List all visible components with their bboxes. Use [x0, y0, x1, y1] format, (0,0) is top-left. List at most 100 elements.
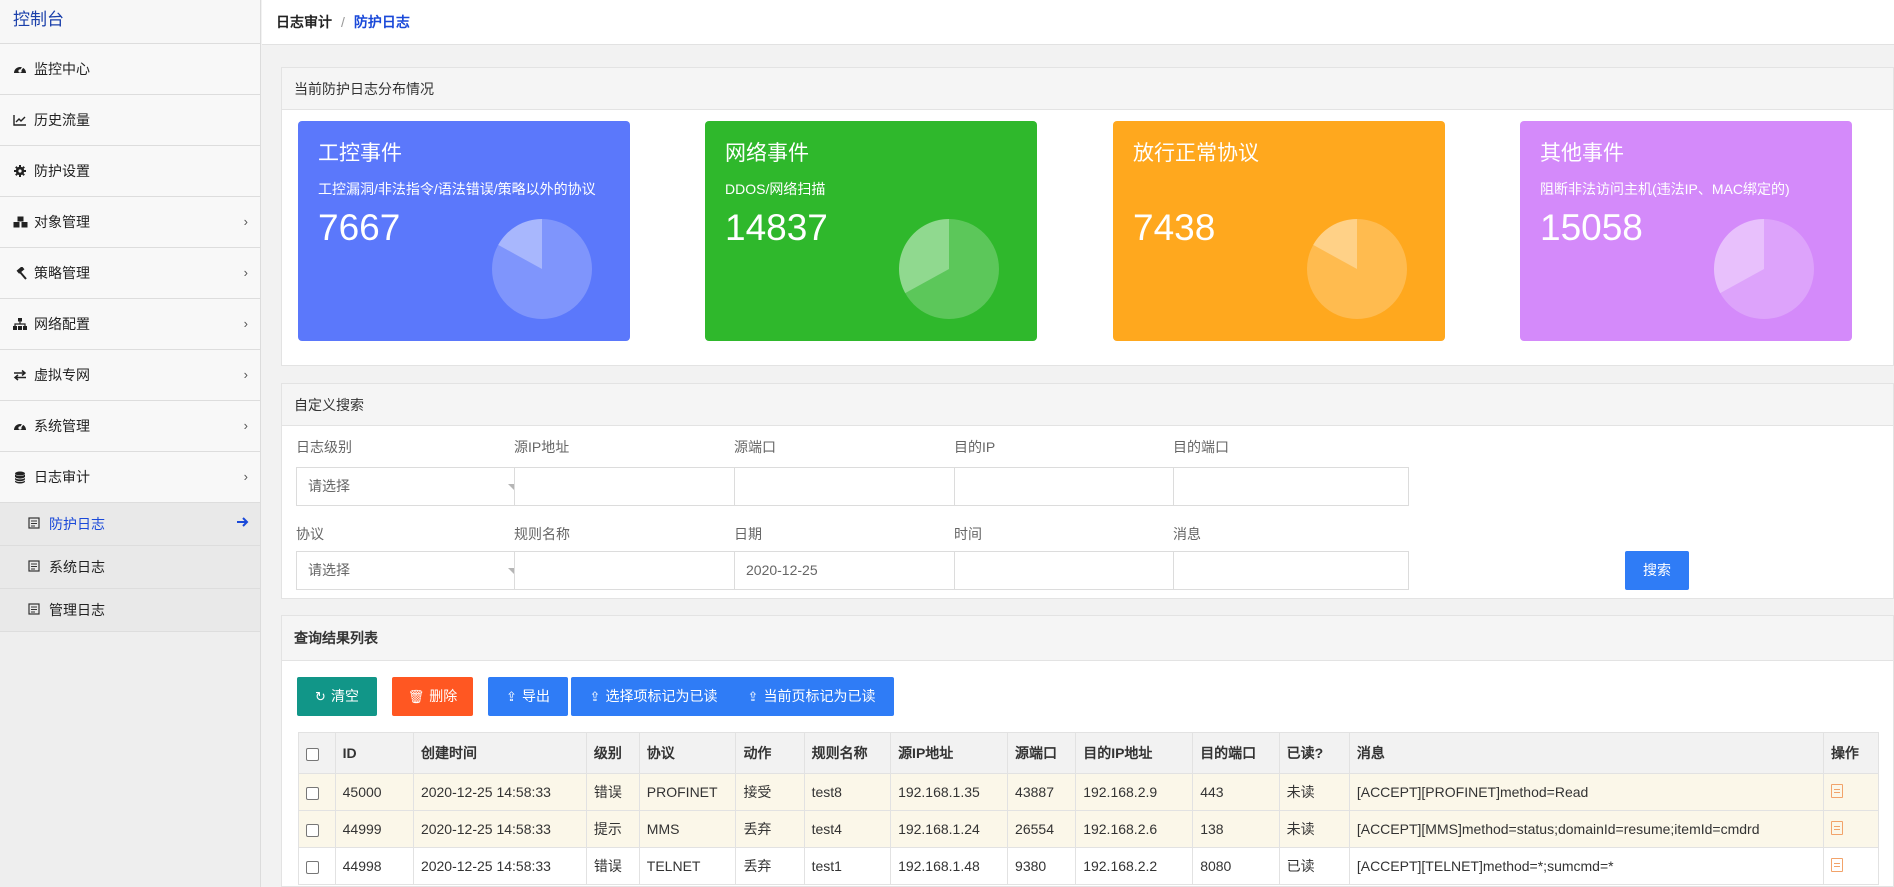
chevron-right-icon: ›: [243, 418, 248, 433]
clipboard-icon[interactable]: [1830, 783, 1843, 798]
results-button-0[interactable]: ↻ 清空: [297, 677, 377, 716]
sidebar-item-1[interactable]: 历史流量: [0, 95, 260, 146]
column-header: 协议: [638, 732, 737, 774]
sidebar-subitem-label: 管理日志: [49, 602, 105, 618]
search-input[interactable]: [514, 467, 750, 506]
sub-nav-list: 防护日志系统日志管理日志: [0, 503, 260, 632]
page-icon: [28, 603, 42, 617]
table-row[interactable]: 44998 2020-12-25 14:58:33 错误 TELNET 丢弃 test1 1…: [298, 847, 1880, 885]
search-input[interactable]: [734, 467, 970, 506]
results-button-label: 导出: [521, 688, 550, 704]
search-field-label: 规则名称: [514, 526, 570, 542]
sidebar-item-2[interactable]: 防护设置: [0, 146, 260, 197]
search-panel: 自定义搜索 日志级别 请选择 源IP地址 源端口 目的IP 目的端口 协议 请选择 规则名称 日期…: [281, 383, 1894, 599]
search-input[interactable]: [1173, 551, 1409, 590]
search-input[interactable]: [954, 467, 1190, 506]
dashboard-icon: [12, 418, 28, 434]
topbar: 日志审计 / 防护日志: [262, 0, 1894, 45]
dashboard-icon: [12, 61, 28, 77]
cell-src_port: 43887: [1007, 773, 1077, 811]
search-input[interactable]: 2020-12-25: [734, 551, 970, 590]
cell-src_port: 9380: [1007, 847, 1077, 885]
sidebar-item-4[interactable]: 策略管理 ›: [0, 248, 260, 299]
mark-icon: ⇪: [747, 689, 759, 704]
sitemap-icon: [12, 316, 28, 332]
select-all-checkbox[interactable]: [306, 747, 319, 761]
stat-card-3: 其他事件 阻断非法访问主机(违法IP、MAC绑定的) 15058: [1520, 121, 1852, 341]
sidebar-subitem-0[interactable]: 防护日志: [0, 503, 260, 546]
cell-read: 未读: [1278, 773, 1350, 811]
search-select[interactable]: 请选择: [296, 467, 532, 506]
distribution-panel: 当前防护日志分布情况 工控事件 工控漏洞/非法指令/语法错误/策略以外的协议 766…: [281, 67, 1894, 366]
cell-read: 已读: [1278, 847, 1350, 885]
row-checkbox[interactable]: [306, 823, 319, 837]
sidebar-item-0[interactable]: 监控中心: [0, 44, 260, 95]
sidebar-item-label: 历史流量: [34, 112, 90, 128]
table-row[interactable]: 44999 2020-12-25 14:58:33 提示 MMS 丢弃 test4 192.…: [298, 810, 1880, 848]
results-button-4[interactable]: ⇪ 当前页标记为已读: [729, 677, 894, 716]
sidebar-item-5[interactable]: 网络配置 ›: [0, 299, 260, 350]
cell-time: 2020-12-25 14:58:33: [412, 773, 587, 811]
clipboard-icon[interactable]: [1830, 857, 1843, 872]
row-select-cell: [298, 810, 336, 848]
sidebar-item-7[interactable]: 系统管理 ›: [0, 401, 260, 452]
cell-dst_ip: 192.168.2.9: [1075, 773, 1194, 811]
results-button-3[interactable]: ⇪ 选择项标记为已读: [571, 677, 736, 716]
search-field-label: 日期: [734, 526, 762, 542]
cell-level: 提示: [585, 810, 640, 848]
stat-card-title: 其他事件: [1540, 142, 1624, 165]
search-title: 自定义搜索: [282, 384, 1893, 426]
cell-src_ip: 192.168.1.48: [890, 847, 1009, 885]
results-button-1[interactable]: 🗑 删除: [392, 677, 473, 716]
page-icon: [28, 560, 42, 574]
clipboard-icon[interactable]: [1830, 820, 1843, 835]
cell-id: 44998: [334, 847, 414, 885]
row-checkbox[interactable]: [306, 860, 319, 874]
search-field-label: 源端口: [734, 439, 776, 455]
table-row[interactable]: 45000 2020-12-25 14:58:33 错误 PROFINET 接受 test…: [298, 773, 1880, 811]
brand-title[interactable]: 控制台: [0, 0, 260, 44]
sidebar-subitem-1[interactable]: 系统日志: [0, 546, 260, 589]
results-table: ID 创建时间 级别 协议 动作 规则名称 源IP地址 源端口 目的IP地址 目的端口 已读? 消息操…: [298, 732, 1880, 885]
breadcrumb-parent[interactable]: 日志审计: [276, 12, 332, 32]
cell-time: 2020-12-25 14:58:33: [412, 810, 587, 848]
sidebar-item-3[interactable]: 对象管理 ›: [0, 197, 260, 248]
search-field-label: 时间: [954, 526, 982, 542]
stat-card-0: 工控事件 工控漏洞/非法指令/语法错误/策略以外的协议 7667: [298, 121, 630, 341]
stat-card-2: 放行正常协议 7438: [1113, 121, 1445, 341]
sidebar-item-label: 系统管理: [34, 418, 90, 434]
select-all-cell: [298, 732, 336, 774]
sidebar-item-label: 防护设置: [34, 163, 90, 179]
chevron-right-icon: ›: [243, 265, 248, 280]
search-input[interactable]: [514, 551, 750, 590]
cell-dst_ip: 192.168.2.6: [1075, 810, 1194, 848]
breadcrumb-current: 防护日志: [353, 14, 410, 30]
stat-card-value: 7667: [318, 207, 401, 248]
stat-card-value: 14837: [725, 207, 828, 248]
row-action-cell: [1822, 847, 1880, 885]
search-button[interactable]: 搜索: [1625, 551, 1689, 590]
cell-id: 44999: [334, 810, 414, 848]
search-input[interactable]: [1173, 467, 1409, 506]
gavel-icon: [12, 265, 28, 281]
search-input[interactable]: [954, 551, 1190, 590]
results-button-2[interactable]: ⇪ 导出: [488, 677, 568, 716]
sidebar-item-8[interactable]: 日志审计 ›: [0, 452, 260, 503]
stat-card-pie: [1307, 219, 1407, 319]
exchange-icon: [12, 367, 28, 383]
sidebar-item-6[interactable]: 虚拟专网 ›: [0, 350, 260, 401]
search-select[interactable]: 请选择: [296, 551, 532, 590]
row-checkbox[interactable]: [306, 786, 319, 800]
sidebar-item-label: 虚拟专网: [34, 367, 90, 383]
sidebar-item-label: 对象管理: [34, 214, 90, 230]
column-header: 动作: [735, 732, 805, 774]
chevron-right-icon: ›: [243, 214, 248, 229]
line-chart-icon: [12, 112, 28, 128]
cell-rule: test4: [803, 810, 892, 848]
sidebar-subitem-label: 防护日志: [49, 516, 105, 532]
sidebar-subitem-2[interactable]: 管理日志: [0, 589, 260, 632]
sidebar-item-label: 网络配置: [34, 316, 90, 332]
cell-message: [ACCEPT][TELNET]method=*;sumcmd=*: [1348, 847, 1824, 885]
cell-message: [ACCEPT][PROFINET]method=Read: [1348, 773, 1824, 811]
cell-dst_port: 8080: [1192, 847, 1280, 885]
